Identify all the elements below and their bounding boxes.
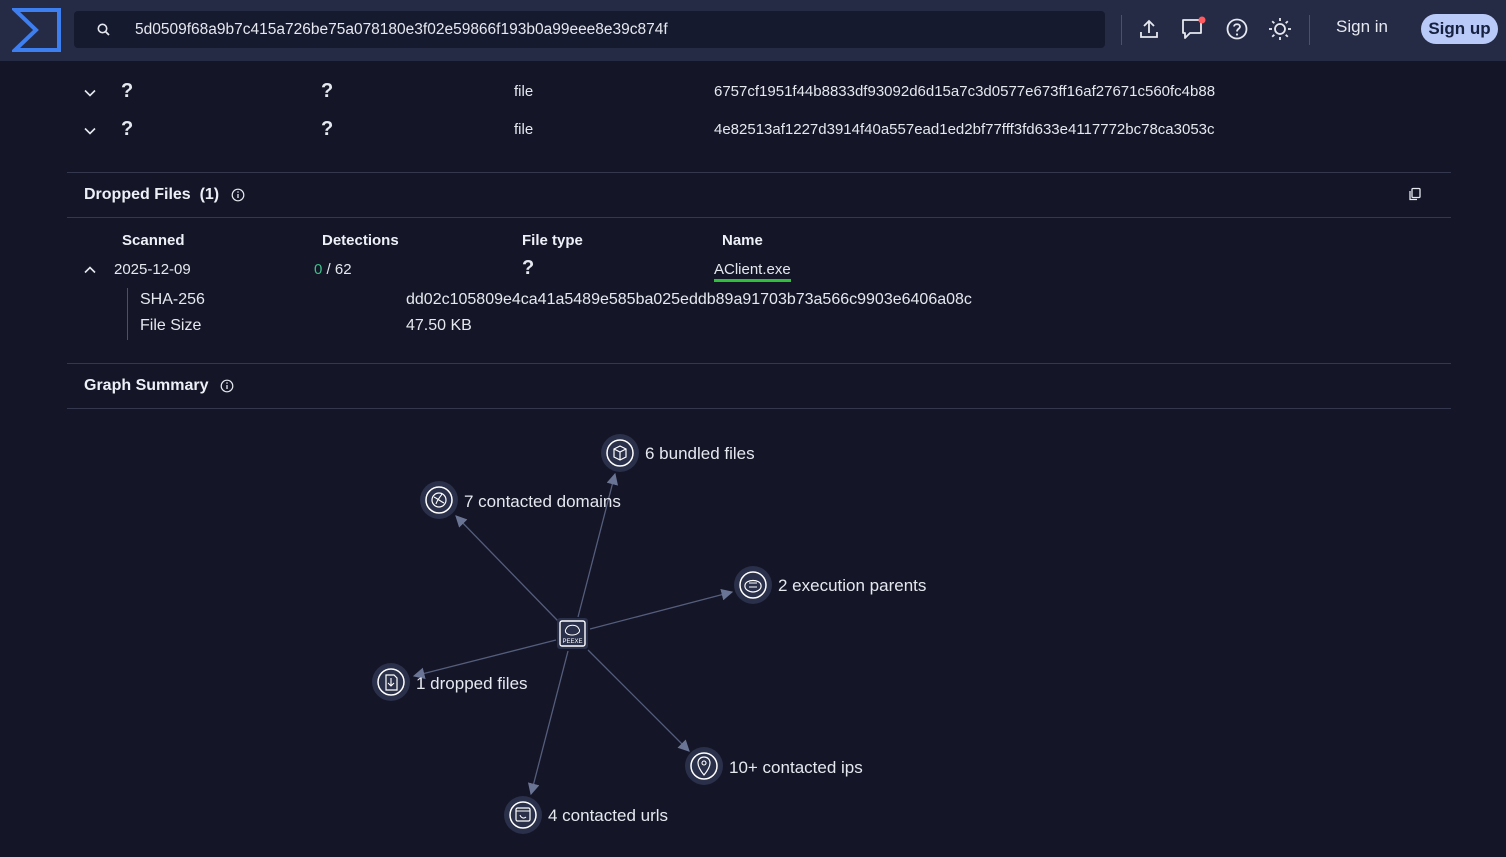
- section-title-text: Dropped Files: [84, 186, 191, 203]
- column-header-name[interactable]: Name: [722, 232, 763, 249]
- detections-positive: 0: [314, 261, 323, 278]
- unknown-value: ?: [121, 118, 134, 140]
- detections-total: / 62: [326, 261, 352, 278]
- info-icon[interactable]: [220, 379, 234, 393]
- file-type: file: [514, 83, 534, 100]
- toolbar-divider: [1121, 15, 1122, 45]
- file-name-link[interactable]: AClient.exe: [714, 261, 791, 282]
- column-header-detections[interactable]: Detections: [322, 232, 399, 249]
- dropped-files-count: (1): [199, 186, 220, 203]
- node-label: 6 bundled files: [645, 444, 755, 463]
- divider: [67, 172, 1451, 173]
- center-node-peexe[interactable]: PEEXE: [557, 618, 588, 649]
- top-bar: Sign in Sign up: [0, 0, 1506, 61]
- graph-summary-title: Graph Summary: [84, 377, 209, 394]
- file-size-value: 47.50 KB: [406, 317, 472, 334]
- detections-ratio: 0 / 62: [314, 261, 352, 278]
- column-header-scanned[interactable]: Scanned: [122, 232, 185, 249]
- chevron-up-icon[interactable]: [83, 263, 97, 277]
- virustotal-logo[interactable]: [10, 7, 62, 53]
- scroll-clip: [67, 59, 1451, 60]
- search-input[interactable]: [135, 11, 1095, 48]
- scanned-date: 2025-12-09: [114, 261, 191, 278]
- node-label: 4 contacted urls: [548, 806, 668, 825]
- info-icon[interactable]: [231, 188, 245, 202]
- file-hash[interactable]: 4e82513af1227d3914f40a557ead1ed2bf77fff3…: [714, 121, 1215, 138]
- dropped-file-row[interactable]: 2025-12-09 0 / 62 ? AClient.exe: [67, 257, 1451, 288]
- file-size-label: File Size: [140, 317, 202, 334]
- unknown-value: ?: [321, 118, 334, 140]
- table-row[interactable]: ? ? file 6757cf1951f44b8833df93092d6d15a…: [67, 80, 1451, 110]
- file-hash[interactable]: 6757cf1951f44b8833df93092d6d15a7c3d0577e…: [714, 83, 1215, 100]
- sign-in-link[interactable]: Sign in: [1336, 17, 1388, 37]
- table-row[interactable]: ? ? file 4e82513af1227d3914f40a557ead1ed…: [67, 118, 1451, 148]
- unknown-value: ?: [321, 80, 334, 102]
- upload-icon[interactable]: [1136, 16, 1162, 42]
- column-header-file-type[interactable]: File type: [522, 232, 583, 249]
- toolbar-divider: [1309, 15, 1310, 45]
- copy-icon[interactable]: [1408, 187, 1422, 201]
- sha256-value[interactable]: dd02c105809e4ca41a5489e585ba025eddb89a91…: [406, 291, 972, 309]
- unknown-file-type: ?: [522, 257, 535, 279]
- node-label: 2 execution parents: [778, 576, 926, 595]
- search-icon[interactable]: [96, 22, 112, 38]
- file-type: file: [514, 121, 534, 138]
- chevron-down-icon[interactable]: [83, 124, 97, 138]
- dropped-files-title: Dropped Files (1): [84, 186, 219, 204]
- divider: [67, 217, 1451, 218]
- sign-up-button[interactable]: Sign up: [1421, 14, 1498, 44]
- divider: [67, 363, 1451, 364]
- divider: [67, 408, 1451, 409]
- node-label: 10+ contacted ips: [729, 758, 863, 777]
- notifications-chat-icon[interactable]: [1180, 16, 1206, 42]
- sha256-label: SHA-256: [140, 291, 205, 308]
- search-bar: [74, 11, 1105, 48]
- chevron-down-icon[interactable]: [83, 86, 97, 100]
- main-content: ? ? file 6757cf1951f44b8833df93092d6d15a…: [67, 61, 1451, 857]
- node-label: 7 contacted domains: [464, 492, 621, 511]
- help-icon[interactable]: [1224, 16, 1250, 42]
- unknown-value: ?: [121, 80, 134, 102]
- center-node-label: PEEXE: [562, 639, 582, 645]
- detail-indent-bar: [127, 288, 128, 340]
- node-label: 1 dropped files: [416, 674, 528, 693]
- theme-toggle-icon[interactable]: [1267, 16, 1293, 42]
